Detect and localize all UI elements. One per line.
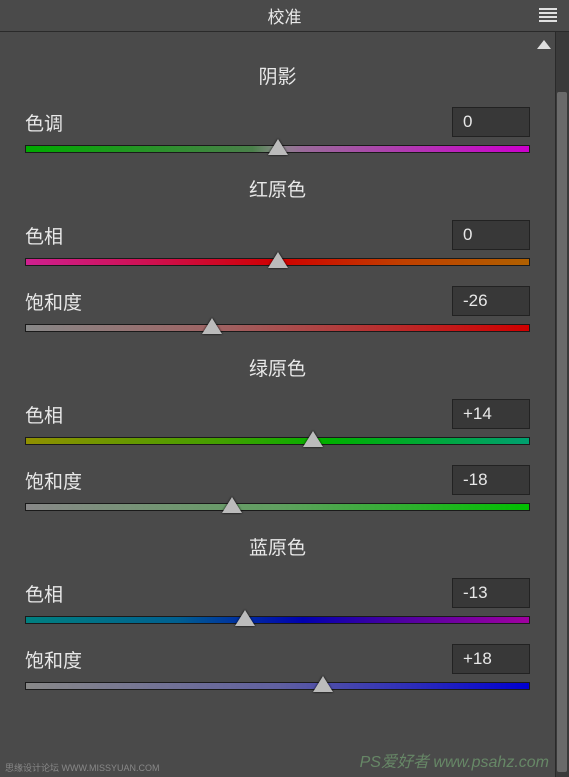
- slider-thumb[interactable]: [303, 431, 323, 447]
- value-green-hue[interactable]: +14: [452, 399, 530, 429]
- slider-row-blue-sat: 饱和度 +18: [25, 644, 530, 690]
- slider-row-red-hue: 色相 0: [25, 220, 530, 266]
- value-green-sat[interactable]: -18: [452, 465, 530, 495]
- value-red-sat[interactable]: -26: [452, 286, 530, 316]
- section-green: 绿原色 色相 +14 饱和度 -18: [25, 354, 530, 511]
- value-red-hue[interactable]: 0: [452, 220, 530, 250]
- value-blue-sat[interactable]: +18: [452, 644, 530, 674]
- slider-row-green-hue: 色相 +14: [25, 399, 530, 445]
- panel-header: 校准: [0, 0, 569, 32]
- value-shadow-tint[interactable]: 0: [452, 107, 530, 137]
- scrollbar-thumb[interactable]: [557, 92, 567, 772]
- section-title-blue: 蓝原色: [25, 533, 530, 560]
- slider-thumb[interactable]: [313, 676, 333, 692]
- label-green-sat: 饱和度: [25, 467, 82, 494]
- hamburger-menu-icon[interactable]: [539, 8, 557, 22]
- slider-green-sat[interactable]: [25, 503, 530, 511]
- value-blue-hue[interactable]: -13: [452, 578, 530, 608]
- slider-thumb[interactable]: [268, 252, 288, 268]
- section-title-shadows: 阴影: [25, 62, 530, 89]
- watermark-left: 思缘设计论坛 WWW.MISSYUAN.COM: [5, 761, 160, 774]
- slider-shadow-tint[interactable]: [25, 145, 530, 153]
- section-title-red: 红原色: [25, 175, 530, 202]
- label-blue-sat: 饱和度: [25, 646, 82, 673]
- slider-row-green-sat: 饱和度 -18: [25, 465, 530, 511]
- panel-title: 校准: [268, 3, 302, 28]
- slider-thumb[interactable]: [235, 610, 255, 626]
- slider-thumb[interactable]: [202, 318, 222, 334]
- section-red: 红原色 色相 0 饱和度 -26: [25, 175, 530, 332]
- section-shadows: 阴影 色调 0: [25, 62, 530, 153]
- section-title-green: 绿原色: [25, 354, 530, 381]
- slider-thumb[interactable]: [268, 139, 288, 155]
- label-red-sat: 饱和度: [25, 288, 82, 315]
- slider-row-shadow-tint: 色调 0: [25, 107, 530, 153]
- slider-blue-sat[interactable]: [25, 682, 530, 690]
- section-blue: 蓝原色 色相 -13 饱和度 +18: [25, 533, 530, 690]
- slider-red-sat[interactable]: [25, 324, 530, 332]
- label-green-hue: 色相: [25, 401, 63, 428]
- slider-thumb[interactable]: [222, 497, 242, 513]
- label-blue-hue: 色相: [25, 580, 63, 607]
- watermark-right: PS爱好者 www.psahz.com: [360, 748, 549, 772]
- slider-blue-hue[interactable]: [25, 616, 530, 624]
- label-red-hue: 色相: [25, 222, 63, 249]
- slider-green-hue[interactable]: [25, 437, 530, 445]
- calibration-panel: 阴影 色调 0 红原色 色相 0 饱和度 -26: [0, 32, 555, 722]
- scrollbar-track[interactable]: [555, 32, 569, 777]
- slider-row-blue-hue: 色相 -13: [25, 578, 530, 624]
- slider-row-red-sat: 饱和度 -26: [25, 286, 530, 332]
- label-shadow-tint: 色调: [25, 109, 63, 136]
- collapse-chevron-icon[interactable]: [537, 40, 551, 49]
- slider-red-hue[interactable]: [25, 258, 530, 266]
